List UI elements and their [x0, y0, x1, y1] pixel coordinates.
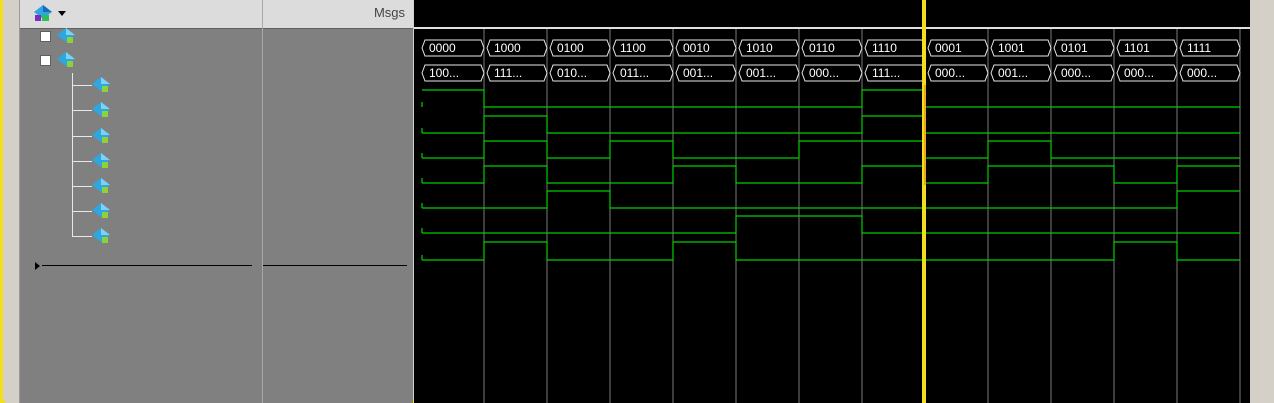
signal-row[interactable] — [20, 149, 262, 173]
time-cursor[interactable] — [922, 0, 926, 403]
hex-bus-value-label: 001... — [998, 66, 1028, 80]
sw-bus-value-label: 1100 — [620, 41, 646, 55]
waveform-pane[interactable]: 0000 1000 0100 1100 0010 1010 0110 1110 0001 1001… — [414, 0, 1250, 403]
hex-bus-value-label: 011... — [620, 66, 649, 80]
tree-branch — [72, 211, 92, 212]
signal-value-row — [266, 24, 406, 48]
sw-bus-value-label: 1001 — [998, 41, 1025, 55]
signal-names-pane — [20, 0, 262, 403]
bit-signal-icon — [92, 128, 110, 143]
timeline-header[interactable] — [414, 0, 1250, 28]
sw-bus-value-label: 0000 — [429, 41, 456, 55]
tree-branch — [72, 186, 92, 187]
values-divider — [263, 265, 407, 266]
signal-row[interactable] — [20, 48, 262, 72]
hex-bus-value-label: 010... — [557, 66, 587, 80]
divider-marker-icon — [35, 262, 40, 270]
sw-bus-value-label: 1101 — [1124, 41, 1150, 55]
sw-bus-value-label: 1110 — [872, 41, 897, 55]
tree-branch — [72, 85, 92, 86]
tree-trunk — [72, 73, 73, 236]
hex-bus-value-label: 001... — [746, 66, 776, 80]
bit-wave-1 — [422, 215, 1240, 234]
signal-divider — [42, 265, 252, 266]
sw-bus-value-label: 1111 — [1187, 41, 1211, 55]
bit-signal-icon — [92, 77, 110, 92]
right-scroll-area[interactable] — [1250, 0, 1274, 403]
bit-signal-icon — [92, 102, 110, 117]
msgs-label: Msgs — [373, 5, 405, 20]
bit-signal-icon — [92, 153, 110, 168]
tree-branch — [72, 161, 92, 162]
sw-bus-value-label: 0001 — [935, 41, 962, 55]
values-pane: Msgs — [262, 0, 413, 403]
hex-bus-value-label: 111... — [872, 66, 900, 80]
bit-wave-2 — [422, 190, 1240, 209]
waveform-canvas[interactable]: 0000 1000 0100 1100 0010 1010 0110 1110 0001 1001… — [414, 0, 1250, 403]
signal-row[interactable] — [20, 174, 262, 198]
signal-value-row — [266, 98, 406, 122]
hex-bus-value-label: 000... — [809, 66, 839, 80]
bit-wave-4 — [422, 140, 1240, 159]
signal-value-row — [266, 48, 406, 72]
sw-bus-value-label: 1010 — [746, 41, 773, 55]
bus-signal-icon — [57, 52, 75, 67]
sw-bus-value-label: 0100 — [557, 41, 584, 55]
bit-wave-0 — [422, 241, 1240, 261]
signal-value-row — [266, 199, 406, 223]
hex-bus-value-label: 001... — [683, 66, 713, 80]
tree-branch — [72, 236, 92, 237]
tree-branch — [72, 110, 92, 111]
hex-bus-value-label: 000... — [935, 66, 965, 80]
signal-value-row — [266, 174, 406, 198]
expand-toggle-icon[interactable] — [40, 31, 51, 42]
hex-bus-value-label: 100... — [429, 66, 459, 80]
bit-wave-5 — [422, 115, 1240, 134]
signal-row[interactable] — [20, 98, 262, 122]
signal-row[interactable] — [20, 224, 262, 248]
sw-bus-value-label: 0110 — [809, 41, 835, 55]
sw-bus-value-label: 0101 — [1061, 41, 1088, 55]
bit-signal-icon — [92, 228, 110, 243]
hex-bus-value-label: 000... — [1187, 66, 1217, 80]
bit-wave-6 — [422, 89, 1240, 108]
wave-window: Msgs 0000 1000 0100 1100 0010 1010 0110 1110 000… — [0, 0, 1274, 403]
signal-value-row — [266, 149, 406, 173]
bus-signal-icon — [57, 28, 75, 43]
add-wave-icon[interactable] — [32, 3, 74, 25]
sw-bus-value-label: 1000 — [494, 41, 521, 55]
signal-row[interactable] — [20, 199, 262, 223]
window-border — [0, 0, 3, 403]
tree-branch — [72, 136, 92, 137]
bit-signal-icon — [92, 203, 110, 218]
bit-signal-icon — [92, 178, 110, 193]
signal-value-row — [266, 73, 406, 97]
signal-value-row — [266, 124, 406, 148]
hex-bus-value-label: 000... — [1061, 66, 1091, 80]
signal-row[interactable] — [20, 24, 262, 48]
signal-row[interactable] — [20, 124, 262, 148]
signal-value-row — [266, 224, 406, 248]
signal-row[interactable] — [20, 73, 262, 97]
left-splitter[interactable] — [5, 0, 20, 403]
expand-toggle-icon[interactable] — [40, 55, 51, 66]
hex-bus-value-label: 000... — [1124, 66, 1154, 80]
sw-bus-value-label: 0010 — [683, 41, 710, 55]
bit-wave-3 — [422, 165, 1240, 184]
hex-bus-value-label: 111... — [494, 66, 522, 80]
